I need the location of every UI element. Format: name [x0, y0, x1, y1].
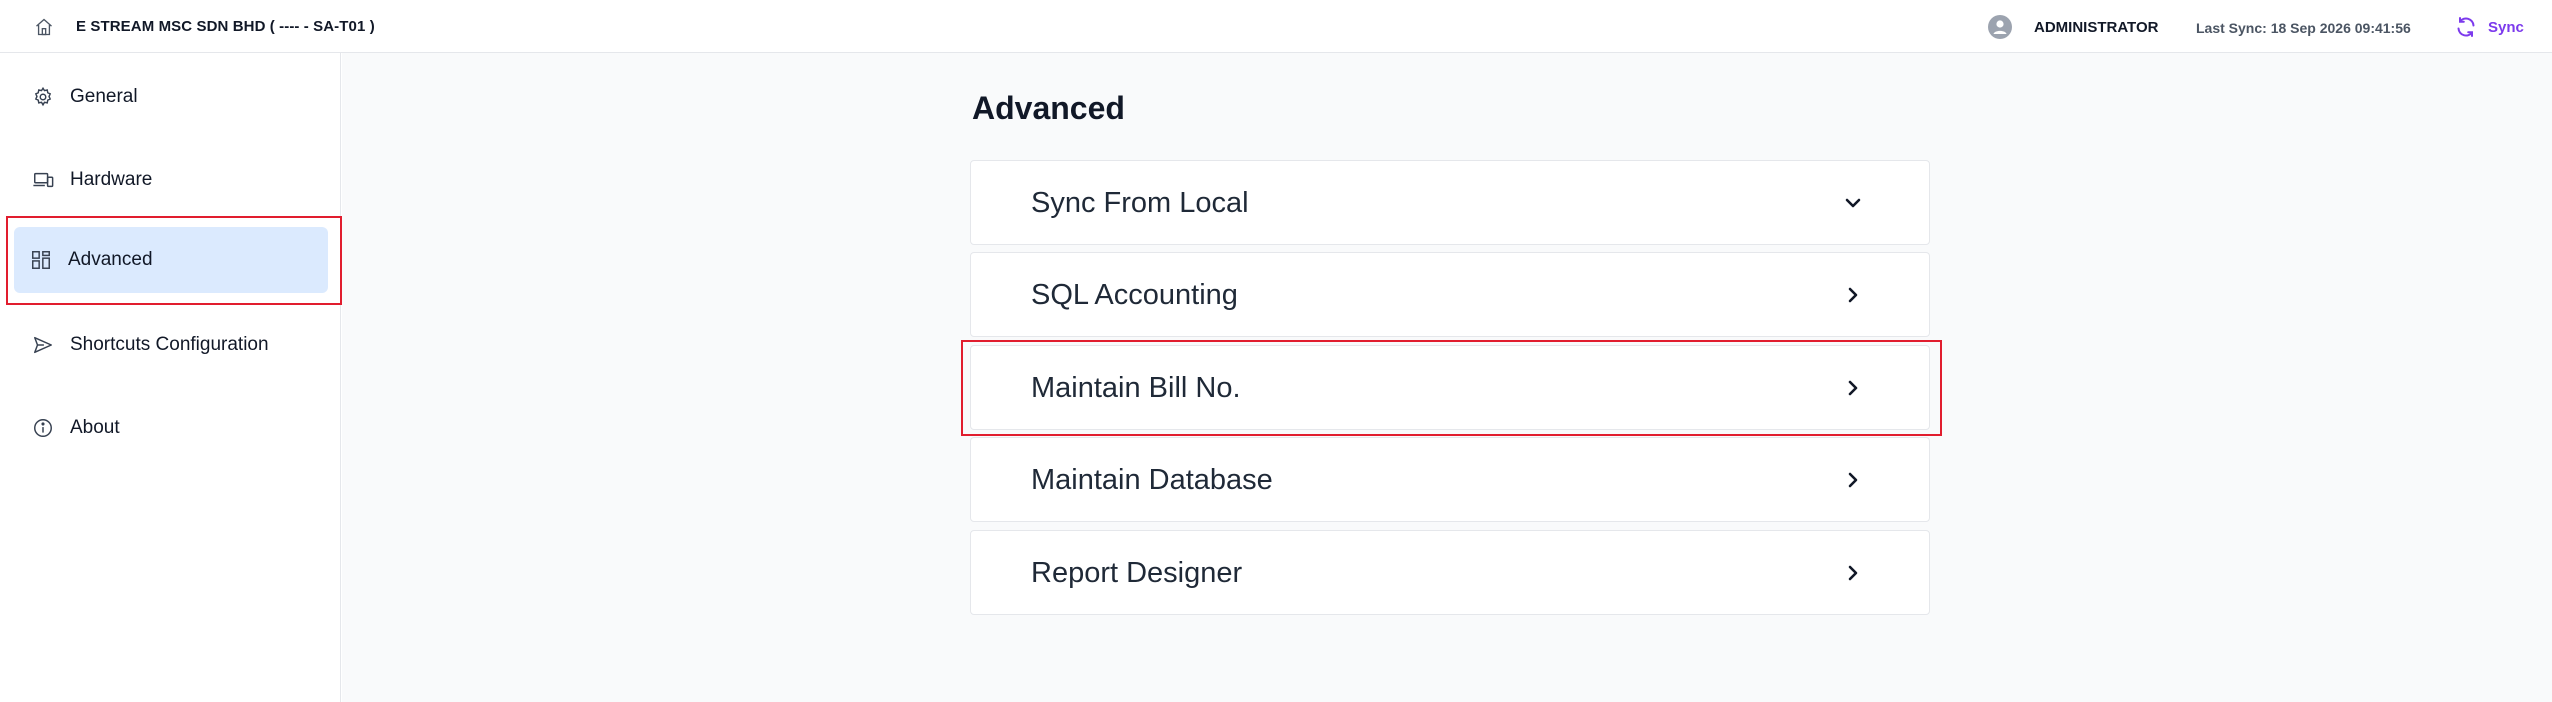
section-maintain-database[interactable]: Maintain Database [970, 437, 1930, 522]
sidebar-item-hardware[interactable]: Hardware [14, 147, 328, 213]
sidebar-item-shortcuts-configuration[interactable]: Shortcuts Configuration [14, 312, 328, 378]
last-sync-status: Last Sync: 18 Sep 2026 09:41:56 [2196, 20, 2411, 36]
chevron-right-icon [1848, 287, 1858, 303]
top-bar: E STREAM MSC SDN BHD ( ---- - SA-T01 ) A… [0, 0, 2552, 53]
company-name: E STREAM MSC SDN BHD ( ---- - SA-T01 ) [76, 18, 375, 35]
sidebar-item-label: Hardware [70, 169, 153, 190]
chevron-down-icon [1845, 198, 1861, 208]
sidebar-item-label: General [70, 86, 138, 107]
page-title: Advanced [972, 90, 1125, 126]
section-report-designer[interactable]: Report Designer [970, 530, 1930, 615]
sync-label: Sync [2488, 18, 2524, 36]
section-sql-accounting[interactable]: SQL Accounting [970, 252, 1930, 337]
sidebar-item-advanced[interactable]: Advanced [14, 227, 328, 293]
user-avatar-icon[interactable] [1988, 15, 2012, 39]
info-icon [34, 419, 52, 437]
home-icon[interactable] [33, 17, 55, 37]
sidebar-item-label: Shortcuts Configuration [70, 334, 269, 355]
sidebar-item-label: Advanced [68, 249, 153, 270]
dashboard-icon [32, 251, 50, 269]
section-maintain-bill-no[interactable]: Maintain Bill No. [970, 345, 1930, 430]
sidebar-item-about[interactable]: About [14, 395, 328, 461]
section-label: Maintain Database [1031, 464, 1273, 496]
section-label: Sync From Local [1031, 187, 1249, 219]
chevron-right-icon [1848, 565, 1858, 581]
section-sync-from-local[interactable]: Sync From Local [970, 160, 1930, 245]
sync-button[interactable]: Sync [2454, 13, 2534, 41]
sidebar-item-label: About [70, 417, 120, 438]
section-label: SQL Accounting [1031, 279, 1238, 311]
sidebar: General Hardware Advanced Shortcuts Conf… [0, 53, 341, 702]
chevron-right-icon [1848, 472, 1858, 488]
devices-icon [33, 172, 54, 188]
send-icon [34, 336, 52, 354]
sync-icon [2457, 17, 2475, 37]
username: ADMINISTRATOR [2034, 19, 2159, 36]
chevron-right-icon [1848, 380, 1858, 396]
section-label: Report Designer [1031, 557, 1243, 589]
sidebar-item-general[interactable]: General [14, 64, 328, 130]
gear-icon [34, 86, 52, 107]
section-label: Maintain Bill No. [1031, 372, 1241, 404]
